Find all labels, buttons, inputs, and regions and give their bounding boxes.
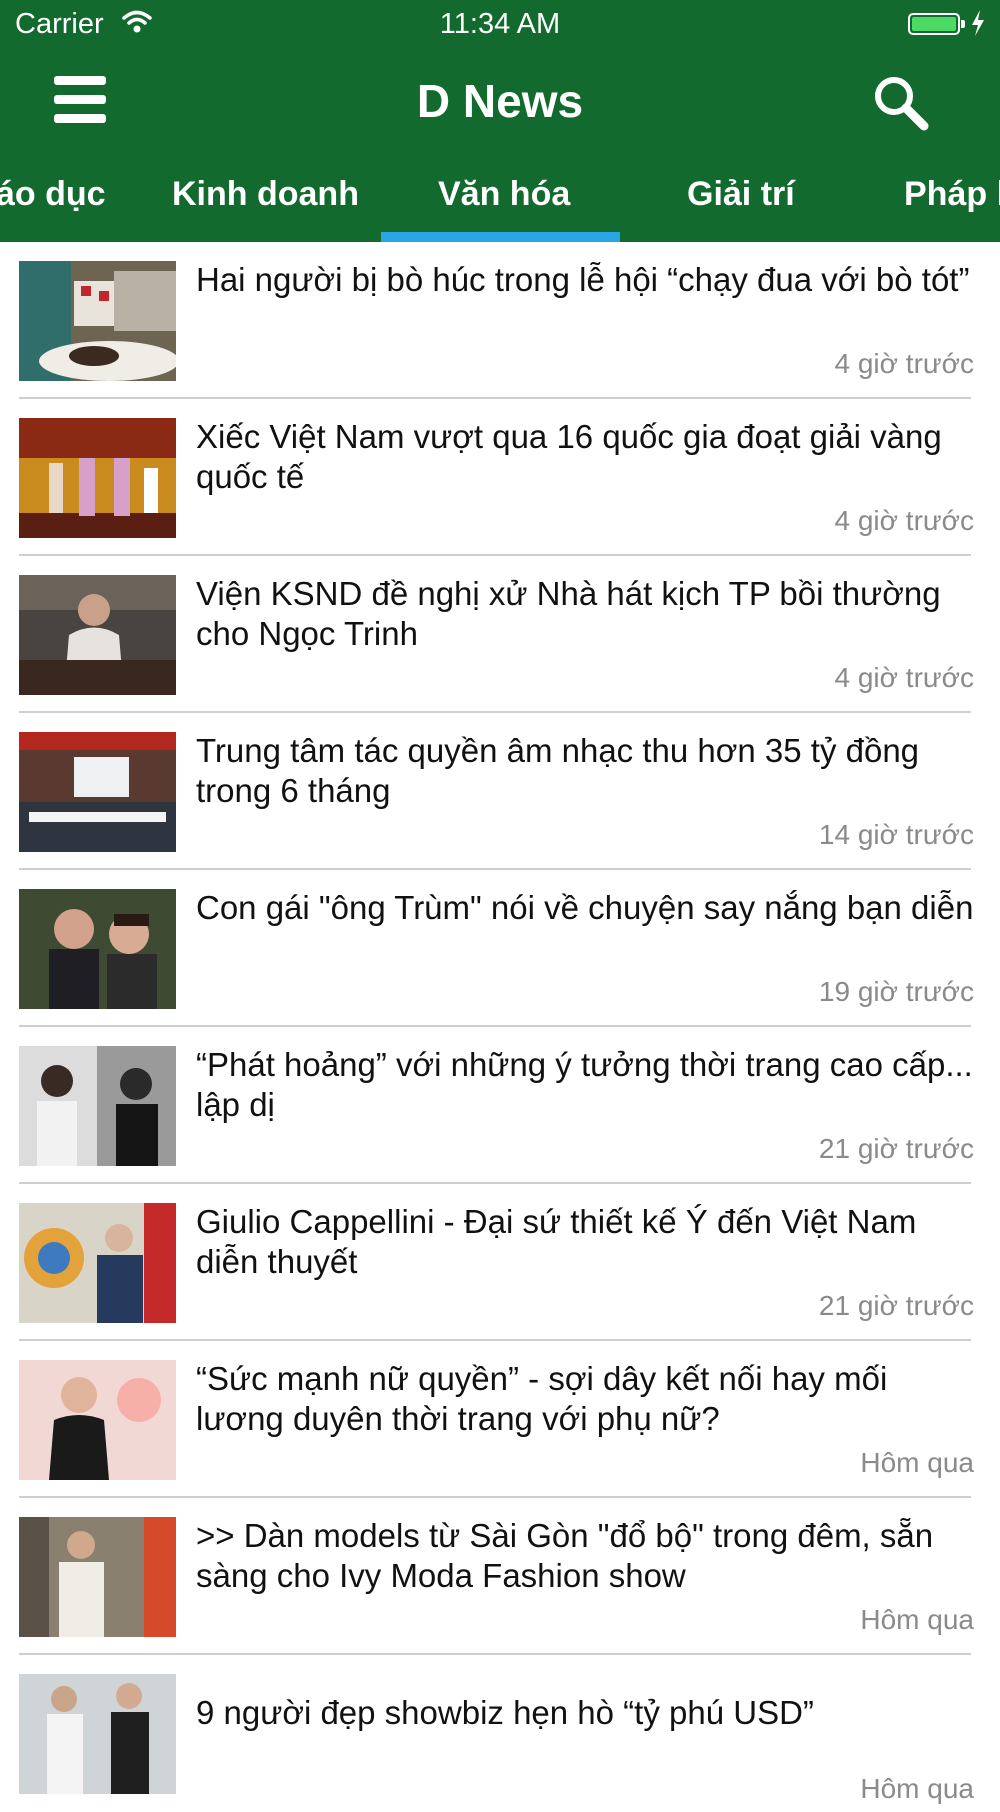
- app-title: D News: [416, 75, 584, 127]
- article-item[interactable]: Xiếc Việt Nam vượt qua 16 quốc gia đoạt …: [0, 399, 1000, 556]
- battery-icon: [908, 13, 960, 35]
- article-item[interactable]: 9 người đẹp showbiz hẹn hò “tỷ phú USD” …: [0, 1655, 1000, 1812]
- tab-phap-luat[interactable]: Pháp l: [904, 175, 1000, 242]
- search-icon: [875, 77, 929, 131]
- article-time: 14 giờ trước: [818, 819, 974, 850]
- article-thumbnail: [19, 1517, 176, 1637]
- selected-tab-indicator: [381, 232, 620, 242]
- article-thumbnail: [19, 732, 176, 852]
- tab-kinh-doanh[interactable]: Kinh doanh: [172, 175, 359, 242]
- article-item[interactable]: Giulio Cappellini - Đại sứ thiết kế Ý đế…: [0, 1184, 1000, 1341]
- category-tabs[interactable]: áo dục Kinh doanh Văn hóa Giải trí Pháp …: [0, 165, 1000, 242]
- article-title: “Phát hoảng” với những ý tưởng thời tran…: [196, 1046, 973, 1123]
- article-title: 9 người đẹp showbiz hẹn hò “tỷ phú USD”: [196, 1694, 814, 1731]
- article-title: Giulio Cappellini - Đại sứ thiết kế Ý đế…: [196, 1203, 917, 1280]
- article-item[interactable]: “Sức mạnh nữ quyền” - sợi dây kết nối ha…: [0, 1341, 1000, 1498]
- article-thumbnail: [19, 1360, 176, 1480]
- article-time: 4 giờ trước: [834, 348, 975, 379]
- article-item[interactable]: >> Dàn models từ Sài Gòn "đổ bộ" trong đ…: [0, 1498, 1000, 1655]
- status-time: 11:34 AM: [439, 8, 561, 40]
- article-title: Trung tâm tác quyền âm nhạc thu hơn 35 t…: [196, 732, 920, 809]
- app-header: Carrier 11:34 AM D News áo dục Kinh doan…: [0, 0, 1000, 242]
- article-title: “Sức mạnh nữ quyền” - sợi dây kết nối ha…: [196, 1360, 888, 1437]
- article-thumbnail: [19, 889, 176, 1009]
- article-time: 21 giờ trước: [818, 1133, 974, 1164]
- article-thumbnail: [19, 1203, 176, 1323]
- charging-bolt-icon: [970, 9, 986, 42]
- article-title: Hai người bị bò húc trong lễ hội “chạy đ…: [196, 261, 970, 298]
- article-time: 19 giờ trước: [818, 976, 974, 1007]
- article-item[interactable]: Hai người bị bò húc trong lễ hội “chạy đ…: [0, 242, 1000, 399]
- tab-giao-duc[interactable]: áo dục: [0, 175, 106, 242]
- status-bar: Carrier 11:34 AM: [0, 0, 1000, 50]
- article-time: 4 giờ trước: [834, 662, 975, 693]
- article-thumbnail: [19, 575, 176, 695]
- search-button[interactable]: [870, 72, 934, 136]
- article-title: >> Dàn models từ Sài Gòn "đổ bộ" trong đ…: [196, 1517, 934, 1594]
- article-thumbnail: [19, 1046, 176, 1166]
- article-time: 21 giờ trước: [818, 1290, 974, 1321]
- article-time: Hôm qua: [860, 1447, 974, 1478]
- article-time: Hôm qua: [860, 1604, 974, 1635]
- article-item[interactable]: “Phát hoảng” với những ý tưởng thời tran…: [0, 1027, 1000, 1184]
- article-title: Viện KSND đề nghị xử Nhà hát kịch TP bồi…: [196, 575, 941, 652]
- article-time: 4 giờ trước: [834, 505, 975, 536]
- article-thumbnail: [19, 261, 176, 381]
- battery-cap: [961, 20, 965, 28]
- article-title: Con gái "ông Trùm" nói về chuyện say nắn…: [196, 889, 974, 926]
- tab-giai-tri[interactable]: Giải trí: [687, 175, 795, 242]
- article-title: Xiếc Việt Nam vượt qua 16 quốc gia đoạt …: [196, 418, 942, 495]
- article-thumbnail: [19, 1674, 176, 1794]
- article-item[interactable]: Trung tâm tác quyền âm nhạc thu hơn 35 t…: [0, 713, 1000, 870]
- article-item[interactable]: Viện KSND đề nghị xử Nhà hát kịch TP bồi…: [0, 556, 1000, 713]
- article-item[interactable]: Con gái "ông Trùm" nói về chuyện say nắn…: [0, 870, 1000, 1027]
- article-thumbnail: [19, 418, 176, 538]
